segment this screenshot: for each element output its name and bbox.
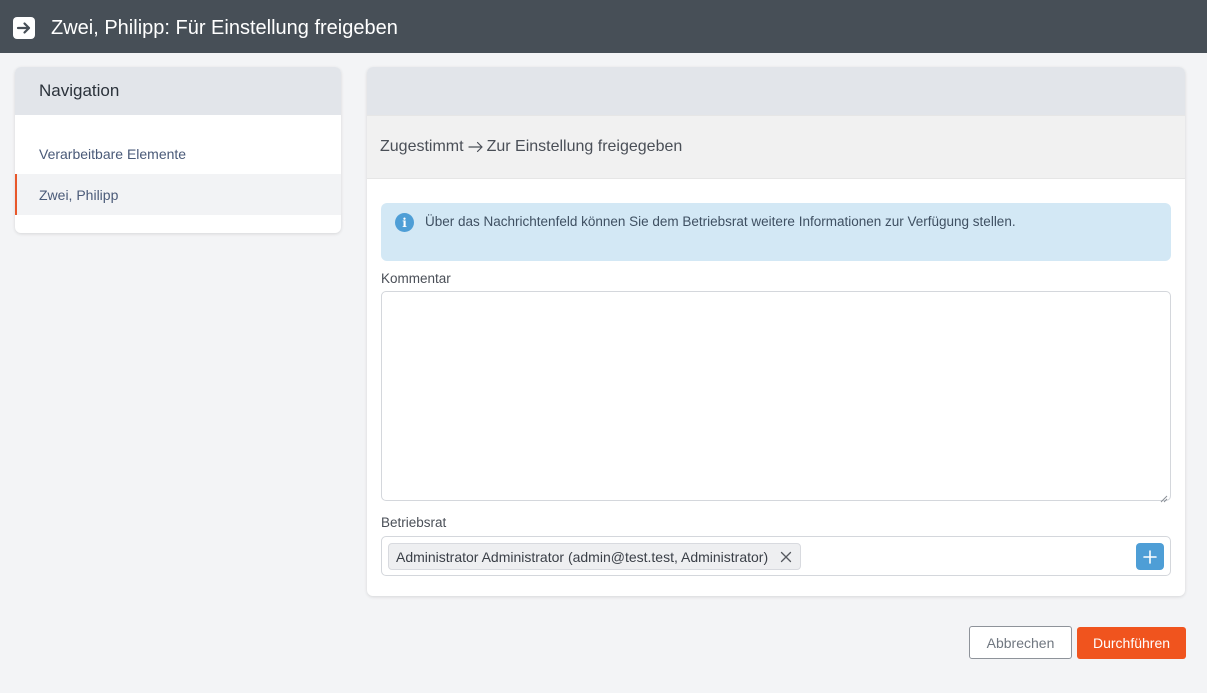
info-icon: i [395,213,414,232]
main-panel-header [367,67,1185,115]
arrow-right-box-icon [13,17,35,39]
nav-item-zwei-philipp[interactable]: Zwei, Philipp [15,174,341,215]
main-panel: Zugestimmt Zur Einstellung freigegeben i… [367,67,1185,596]
arrow-right-icon [467,141,484,153]
resize-grip-icon[interactable] [1160,490,1168,503]
nav-item-label: Zwei, Philipp [39,186,119,203]
page-title: Zwei, Philipp: Für Einstellung freigeben [51,17,398,39]
council-tag: Administrator Administrator (admin@test.… [388,543,802,570]
comment-textarea[interactable] [381,291,1171,503]
council-label: Betriebsrat [381,515,447,530]
council-tag-label: Administrator Administrator (admin@test.… [396,548,769,565]
status-transition: Zugestimmt Zur Einstellung freigegeben [367,115,1185,179]
nav-item-processable-elements[interactable]: Verarbeitbare Elemente [15,133,341,174]
navigation-panel: Navigation Verarbeitbare Elemente Zwei, … [15,67,341,233]
nav-item-label: Verarbeitbare Elemente [39,145,187,162]
add-council-button[interactable] [1136,543,1164,570]
comment-label: Kommentar [381,271,451,286]
status-to: Zur Einstellung freigegeben [486,138,683,155]
close-icon[interactable] [780,551,792,563]
cancel-button[interactable]: Abbrechen [969,626,1072,659]
info-box: i Über das Nachrichtenfeld können Sie de… [381,203,1171,261]
submit-button[interactable]: Durchführen [1077,627,1186,659]
council-select[interactable]: Administrator Administrator (admin@test.… [381,536,1171,576]
navigation-title: Navigation [15,67,341,115]
plus-icon [1143,549,1157,564]
info-text: Über das Nachrichtenfeld können Sie dem … [425,214,1016,229]
top-bar: Zwei, Philipp: Für Einstellung freigeben [0,0,1207,53]
status-from: Zugestimmt [380,138,464,155]
